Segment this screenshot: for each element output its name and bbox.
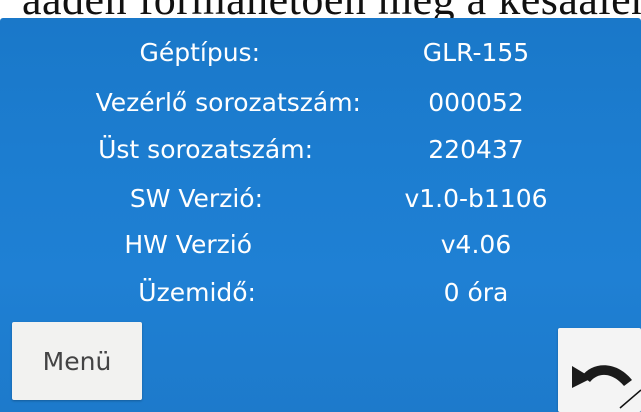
controller-serial-value: 000052 bbox=[428, 88, 524, 117]
undo-arrow-icon bbox=[572, 365, 641, 409]
machine-type-value: GLR-155 bbox=[422, 38, 530, 67]
operating-time-row: Üzemidő: 0 óra bbox=[0, 278, 641, 318]
operating-time-value: 0 óra bbox=[443, 278, 509, 307]
back-button[interactable] bbox=[558, 328, 641, 412]
menu-button[interactable]: Menü bbox=[12, 322, 142, 400]
tank-serial-value: 220437 bbox=[428, 135, 524, 164]
machine-type-label: Géptípus: bbox=[139, 38, 260, 67]
photo-frame: aaden formánetoen meg a kesaáleh ada Gép… bbox=[0, 0, 641, 412]
sw-version-value: v1.0-b1106 bbox=[404, 184, 548, 213]
operating-time-label: Üzemidő: bbox=[138, 278, 256, 307]
sw-version-row: SW Verzió: v1.0-b1106 bbox=[0, 184, 641, 224]
controller-serial-label: Vezérlő sorozatszám: bbox=[95, 88, 361, 117]
hw-version-value: v4.06 bbox=[440, 230, 512, 259]
hw-version-row: HW Verzió v4.06 bbox=[0, 230, 641, 270]
tank-serial-row: Üst sorozatszám: 220437 bbox=[0, 135, 641, 175]
controller-serial-row: Vezérlő sorozatszám: 000052 bbox=[0, 88, 641, 128]
tank-serial-label: Üst sorozatszám: bbox=[98, 135, 313, 164]
hw-version-label: HW Verzió bbox=[124, 230, 252, 259]
machine-type-row: Géptípus: GLR-155 bbox=[0, 38, 641, 78]
menu-button-label: Menü bbox=[42, 346, 112, 376]
sw-version-label: SW Verzió: bbox=[129, 184, 263, 213]
